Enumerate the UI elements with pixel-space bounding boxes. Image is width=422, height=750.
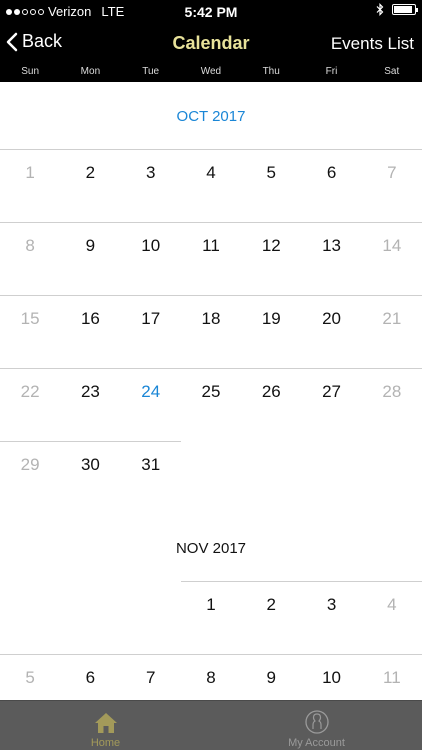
day-cell[interactable]: 28	[362, 382, 422, 402]
week-row: 8 9 10 11 12 13 14	[0, 222, 422, 295]
day-cell[interactable]: 2	[241, 595, 301, 615]
day-cell[interactable]: 16	[60, 309, 120, 329]
week-row: 22 23 24 25 26 27 28	[0, 368, 422, 441]
status-bar: Verizon LTE 5:42 PM	[0, 0, 422, 22]
day-cell[interactable]: 14	[362, 236, 422, 256]
day-cell[interactable]: 7	[121, 668, 181, 688]
day-cell[interactable]: 18	[181, 309, 241, 329]
day-cell[interactable]: 5	[241, 163, 301, 183]
tab-my-account[interactable]: My Account	[211, 701, 422, 750]
day-cell[interactable]: 13	[301, 236, 361, 256]
day-cell[interactable]: 27	[301, 382, 361, 402]
day-cell[interactable]: 4	[362, 595, 422, 615]
week-divider	[0, 222, 422, 223]
day-cell[interactable]: 17	[121, 309, 181, 329]
tab-home[interactable]: Home	[0, 701, 211, 750]
chevron-left-icon	[6, 32, 18, 51]
nav-bar: Back Calendar Events List	[0, 22, 422, 64]
battery-fill	[394, 6, 412, 13]
weekday-sat: Sat	[384, 66, 400, 77]
day-cell[interactable]: 3	[121, 163, 181, 183]
day-cell[interactable]: 6	[60, 668, 120, 688]
day-cell[interactable]: 22	[0, 382, 60, 402]
day-cell[interactable]: 9	[241, 668, 301, 688]
day-cell[interactable]: 8	[181, 668, 241, 688]
status-time: 5:42 PM	[184, 4, 238, 20]
day-cell[interactable]: 10	[301, 668, 361, 688]
weekday-wed: Wed	[200, 66, 222, 77]
week-divider	[180, 581, 422, 582]
week-divider	[0, 149, 422, 150]
day-cell[interactable]: 31	[121, 455, 181, 475]
day-cell[interactable]: 25	[181, 382, 241, 402]
day-cell[interactable]: 5	[0, 668, 60, 688]
day-cell[interactable]: 8	[0, 236, 60, 256]
day-cell[interactable]: 26	[241, 382, 301, 402]
account-icon	[304, 710, 329, 734]
day-cell[interactable]: 19	[241, 309, 301, 329]
tab-bar: Home My Account	[0, 700, 422, 750]
day-cell[interactable]: 3	[301, 595, 361, 615]
day-cell[interactable]: 7	[362, 163, 422, 183]
week-divider	[0, 441, 181, 442]
back-button[interactable]: Back	[6, 31, 62, 52]
status-right	[376, 3, 418, 16]
day-cell[interactable]: 11	[181, 236, 241, 256]
bluetooth-icon	[376, 3, 384, 16]
day-cell[interactable]: 1	[181, 595, 241, 615]
week-row: 29 30 31	[0, 441, 422, 514]
day-cell[interactable]: 10	[121, 236, 181, 256]
day-cell[interactable]: 29	[0, 455, 60, 475]
day-cell[interactable]: 23	[60, 382, 120, 402]
home-icon	[94, 713, 117, 733]
week-row: 15 16 17 18 19 20 21	[0, 295, 422, 368]
month-title: NOV 2017	[175, 540, 247, 557]
weekday-fri: Fri	[325, 66, 338, 77]
day-cell[interactable]: 20	[301, 309, 361, 329]
day-cell[interactable]: 21	[362, 309, 422, 329]
day-cell[interactable]: 4	[181, 163, 241, 183]
day-cell[interactable]: 30	[60, 455, 120, 475]
weekday-header: Sun Mon Tue Wed Thu Fri Sat	[0, 64, 422, 82]
weekday-thu: Thu	[262, 66, 280, 77]
day-cell[interactable]: 24	[121, 382, 181, 402]
day-cell[interactable]: 1	[0, 163, 60, 183]
calendar-scroll-area[interactable]: OCT 2017 1 2 3 4 5 6 7 8 9 10 11 12 13 14 15 16 17 18 19 20 2…	[0, 82, 422, 700]
week-divider	[0, 368, 422, 369]
events-list-button[interactable]: Events List	[331, 34, 414, 54]
day-cell[interactable]: 15	[0, 309, 60, 329]
tab-home-label: Home	[90, 737, 121, 749]
day-cell[interactable]: 2	[60, 163, 120, 183]
weekday-sun: Sun	[21, 66, 40, 77]
day-cell[interactable]: 9	[60, 236, 120, 256]
tab-my-account-label: My Account	[288, 737, 345, 749]
week-row: 5 6 7 8 9 10 11	[0, 654, 422, 700]
back-button-label: Back	[22, 31, 63, 51]
month-title: OCT 2017	[176, 108, 246, 125]
weekday-tue: Tue	[142, 66, 160, 77]
weekday-mon: Mon	[80, 66, 101, 77]
week-row: 1234	[0, 581, 422, 654]
week-divider	[0, 654, 422, 655]
day-cell[interactable]: 12	[241, 236, 301, 256]
week-divider	[0, 295, 422, 296]
day-cell[interactable]: 6	[301, 163, 361, 183]
battery-icon	[392, 4, 418, 15]
day-cell[interactable]: 11	[362, 668, 422, 688]
week-row: 1234567	[0, 149, 422, 222]
